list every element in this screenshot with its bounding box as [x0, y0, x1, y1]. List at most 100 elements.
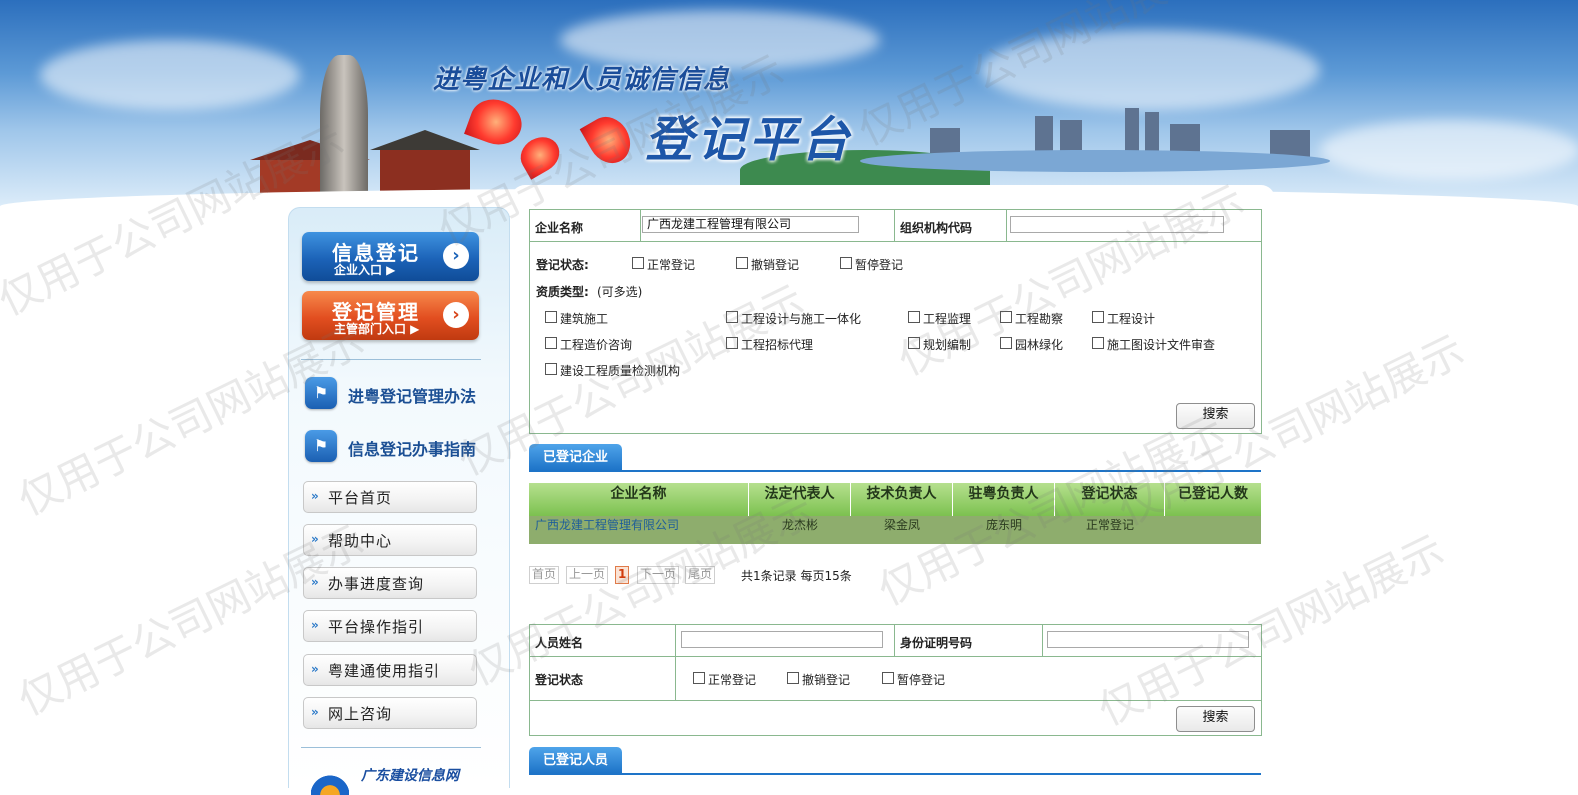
tab-registered-companies[interactable]: 已登记企业 — [529, 444, 623, 470]
status-suspended-checkbox[interactable] — [840, 257, 852, 269]
company-table-header: 企业名称 法定代表人 技术负责人 驻粤负责人 登记状态 已登记人数 — [529, 483, 1261, 516]
id-number-input[interactable] — [1047, 631, 1249, 648]
sidebar-link-label: 进粤登记管理办法 — [348, 387, 477, 406]
nav-label: 网上咨询 — [328, 705, 393, 723]
status-revoked-checkbox[interactable] — [736, 257, 748, 269]
page-last[interactable]: 尾页 — [685, 566, 716, 584]
qual-checkbox[interactable] — [545, 337, 557, 349]
chevron-right-icon: › — [443, 302, 469, 328]
double-chevron-icon: » — [311, 532, 319, 546]
qual-option-label: 工程设计 — [1107, 312, 1156, 326]
qual-option-label: 规划编制 — [923, 338, 972, 352]
person-status-normal-checkbox[interactable] — [693, 672, 705, 684]
status-cell: 正常登记 — [1085, 518, 1134, 532]
company-name-label: 企业名称 — [535, 221, 584, 235]
kapok-flower-icon — [579, 109, 639, 171]
page-current[interactable]: 1 — [615, 566, 630, 584]
qual-checkbox[interactable] — [1000, 337, 1012, 349]
qual-checkbox[interactable] — [726, 311, 738, 323]
person-name-label: 人员姓名 — [535, 636, 584, 650]
sidebar-link-regulations[interactable]: ⚑ 进粤登记管理办法 — [305, 377, 505, 411]
qual-checkbox[interactable] — [545, 363, 557, 375]
kapok-flower-icon — [514, 130, 566, 180]
org-code-label: 组织机构代码 — [900, 221, 973, 235]
legal-rep-cell: 龙杰彬 — [781, 518, 818, 532]
sidebar-link-label: 信息登记办事指南 — [348, 440, 477, 459]
qual-option-label: 工程设计与施工一体化 — [741, 312, 862, 326]
qual-option-label: 施工图设计文件审查 — [1107, 338, 1216, 352]
qualification-hint: (可多选) — [597, 285, 643, 299]
qual-checkbox[interactable] — [726, 337, 738, 349]
company-search-form: 企业名称 广西龙建工程管理有限公司 组织机构代码 登记状态: 正常登记 撤销登记… — [529, 209, 1262, 434]
logo-icon — [311, 769, 349, 795]
column-header: 已登记人数 — [1178, 486, 1248, 502]
qual-checkbox[interactable] — [1092, 311, 1104, 323]
banner-title: 进粤企业和人员诚信信息 — [433, 65, 731, 95]
double-chevron-icon: » — [311, 705, 319, 719]
enterprise-entry-button[interactable]: 信息登记 企业入口 ▶ › — [302, 232, 479, 281]
company-name-input[interactable]: 广西龙建工程管理有限公司 — [642, 216, 859, 233]
status-suspended-label: 暂停登记 — [855, 258, 904, 272]
tab-underline — [529, 470, 1261, 472]
qual-checkbox[interactable] — [908, 337, 920, 349]
person-status-normal-label: 正常登记 — [708, 673, 757, 687]
company-search-button[interactable]: 搜索 — [1176, 403, 1255, 429]
nav-online-consult[interactable]: » 网上咨询 — [303, 697, 477, 729]
page-next[interactable]: 下一页 — [637, 566, 680, 584]
qual-checkbox[interactable] — [1092, 337, 1104, 349]
page-first[interactable]: 首页 — [529, 566, 560, 584]
status-normal-checkbox[interactable] — [632, 257, 644, 269]
nav-label: 办事进度查询 — [328, 575, 425, 593]
person-status-revoked-checkbox[interactable] — [787, 672, 799, 684]
nav-label: 平台首页 — [328, 489, 393, 507]
person-status-suspended-checkbox[interactable] — [882, 672, 894, 684]
nav-operation-guide[interactable]: » 平台操作指引 — [303, 610, 477, 642]
nav-help-center[interactable]: » 帮助中心 — [303, 524, 477, 556]
qual-option-label: 建设工程质量检测机构 — [560, 364, 681, 378]
qual-option-label: 园林绿化 — [1015, 338, 1064, 352]
logo-text: 广东建设信息网 — [361, 768, 459, 784]
company-status-label: 登记状态: — [536, 258, 589, 272]
qual-checkbox[interactable] — [1000, 311, 1012, 323]
person-status-label: 登记状态 — [535, 673, 584, 687]
nav-progress-query[interactable]: » 办事进度查询 — [303, 567, 477, 599]
ram-statue-illustration — [320, 55, 368, 205]
id-number-label: 身份证明号码 — [900, 636, 973, 650]
company-name-link[interactable]: 广西龙建工程管理有限公司 — [529, 516, 749, 544]
column-header: 企业名称 — [529, 483, 749, 516]
registered-count-cell — [1165, 516, 1261, 544]
status-normal-label: 正常登记 — [647, 258, 696, 272]
nav-yuejiantong-guide[interactable]: » 粤建通使用指引 — [303, 654, 477, 686]
page-prev[interactable]: 上一页 — [566, 566, 609, 584]
main-panel: 企业名称 广西龙建工程管理有限公司 组织机构代码 登记状态: 正常登记 撤销登记… — [511, 185, 1275, 785]
qual-checkbox[interactable] — [908, 311, 920, 323]
qual-checkbox[interactable] — [545, 311, 557, 323]
double-chevron-icon: » — [311, 575, 319, 589]
pagination-summary: 共1条记录 每页15条 — [741, 569, 852, 583]
column-header: 驻粤负责人 — [953, 483, 1055, 516]
person-name-input[interactable] — [681, 631, 883, 648]
qual-option-label: 工程监理 — [923, 312, 972, 326]
qualification-label: 资质类型: — [536, 285, 589, 299]
table-row[interactable]: 广西龙建工程管理有限公司 龙杰彬 梁金凤 庞东明 正常登记 — [529, 516, 1261, 544]
person-search-button[interactable]: 搜索 — [1176, 706, 1255, 732]
double-chevron-icon: » — [311, 618, 319, 632]
status-revoked-label: 撤销登记 — [751, 258, 800, 272]
nav-label: 平台操作指引 — [328, 618, 425, 636]
sidebar-divider — [301, 747, 481, 748]
flag-icon: ⚑ — [305, 430, 337, 462]
header-banner: 进粤企业和人员诚信信息 登记平台 — [0, 0, 1578, 210]
authority-entry-button[interactable]: 登记管理 主管部门入口 ▶ › — [302, 291, 479, 340]
gd-construction-logo[interactable]: 广东建设信息网 — [311, 763, 491, 795]
gd-lead-cell: 庞东明 — [985, 518, 1022, 532]
nav-label: 帮助中心 — [328, 532, 393, 550]
org-code-input[interactable] — [1010, 216, 1224, 233]
sidebar-link-guide[interactable]: ⚑ 信息登记办事指南 — [305, 430, 505, 464]
tab-registered-persons[interactable]: 已登记人员 — [529, 747, 623, 773]
authority-entry-sub: 主管部门入口 ▶ — [334, 322, 420, 336]
nav-label: 粤建通使用指引 — [328, 662, 441, 680]
banner-subtitle: 登记平台 — [645, 112, 854, 168]
nav-home[interactable]: » 平台首页 — [303, 481, 477, 513]
column-header: 法定代表人 — [749, 483, 851, 516]
flag-icon: ⚑ — [305, 377, 337, 409]
